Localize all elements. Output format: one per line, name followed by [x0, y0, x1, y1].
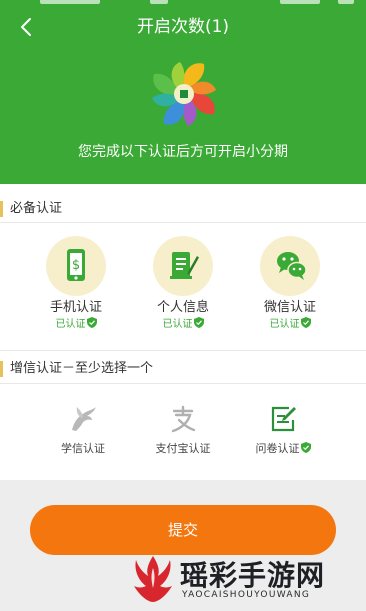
watermark-logo: [134, 556, 172, 602]
personal-info-label: 个人信息: [156, 300, 209, 315]
required-section-title: 必备认证: [0, 196, 366, 222]
svg-text:$: $: [72, 258, 80, 273]
header-subtitle: 您完成以下认证后方可开启小分期: [78, 144, 288, 160]
questionnaire-verify-label: 问卷认证: [238, 442, 328, 456]
verified-shield-icon: [86, 317, 97, 328]
submit-button[interactable]: 提交: [30, 505, 336, 555]
watermark-subtext: YAOCAISHOUYOUWANG: [182, 590, 311, 600]
watermark-text: 瑶彩手游网: [180, 559, 326, 592]
personal-info-status: 已认证: [138, 317, 228, 332]
wechat-verify-label: 微信认证: [263, 300, 316, 315]
verified-shield-icon: [193, 317, 204, 328]
phone-verify-item[interactable]: $ 手机认证 已认证: [31, 236, 121, 332]
education-verify-item[interactable]: 学信认证: [38, 404, 128, 456]
verified-shield-icon: [300, 317, 311, 328]
page-title: 开启次数(1): [136, 17, 230, 37]
divider: [0, 383, 366, 384]
phone-verify-status: 已认证: [31, 317, 121, 332]
phone-icon-circle: $: [46, 236, 106, 296]
wechat-verify-status: 已认证: [245, 317, 335, 332]
bird-icon: [68, 404, 98, 434]
status-bar: [0, 0, 366, 8]
alipay-verify-label: 支付宝认证: [155, 442, 211, 455]
divider: [0, 350, 366, 351]
optional-section-title: 增信认证－至少选择一个: [0, 356, 366, 382]
questionnaire-verify-item[interactable]: 问卷认证: [238, 404, 328, 456]
header-bar: 开启次数(1) 您完成以下认证后方可开启小分期: [0, 0, 366, 184]
alipay-verify-item[interactable]: 支付宝认证: [138, 404, 228, 456]
wechat-icon-circle: [260, 236, 320, 296]
info-icon-circle: [153, 236, 213, 296]
phone-dollar-icon: $: [67, 249, 85, 281]
personal-info-item[interactable]: 个人信息 已认证: [138, 236, 228, 332]
verified-shield-icon: [300, 442, 311, 453]
education-verify-label: 学信认证: [61, 442, 105, 455]
wechat-icon: [277, 252, 307, 280]
wechat-verify-item[interactable]: 微信认证 已认证: [245, 236, 335, 332]
document-pen-icon: [170, 252, 199, 279]
watermark: 瑶彩手游网 YAOCAISHOUYOUWANG: [120, 550, 360, 608]
divider: [0, 222, 366, 223]
phone-verify-label: 手机认证: [49, 300, 102, 315]
pinwheel-coin-logo: [148, 58, 220, 130]
questionnaire-icon: [268, 404, 298, 434]
alipay-icon: [168, 404, 198, 434]
